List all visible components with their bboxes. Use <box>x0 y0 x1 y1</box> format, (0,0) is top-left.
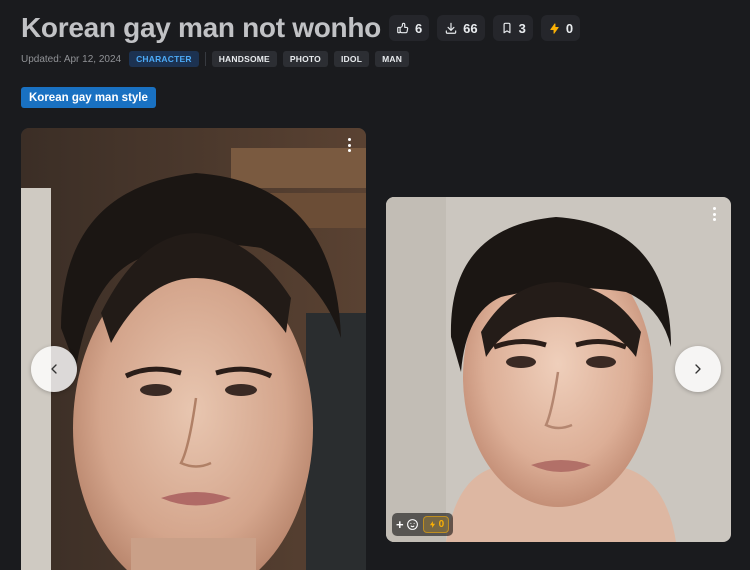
downloads-badge[interactable]: 66 <box>437 15 485 41</box>
dots-vertical-icon[interactable] <box>705 205 723 223</box>
page-title: Korean gay man not wonho <box>21 12 381 43</box>
buzz-tip-button[interactable]: 0 <box>422 516 450 533</box>
bookmarks-count: 3 <box>518 20 526 36</box>
buzz-count: 0 <box>565 20 574 36</box>
bookmarks-badge[interactable]: 3 <box>492 15 533 41</box>
bookmark-icon <box>503 22 511 34</box>
trained-word-button[interactable]: Korean gay man style <box>21 87 156 108</box>
download-icon <box>445 22 457 34</box>
buzz-badge[interactable]: 0 <box>540 15 581 41</box>
bolt-icon <box>550 22 559 34</box>
chevron-right-icon <box>695 364 701 374</box>
portrait-image <box>21 128 366 570</box>
tag-character[interactable]: CHARACTER <box>129 51 199 67</box>
meta-row: Updated: Apr 12, 2024 CHARACTER HANDSOME… <box>21 51 410 67</box>
likes-count: 6 <box>414 20 423 36</box>
downloads-count: 66 <box>463 20 478 36</box>
chevron-left-icon <box>51 364 57 374</box>
add-reaction-label: + <box>396 517 404 532</box>
tag-divider <box>204 52 206 66</box>
emoji-add-icon <box>406 519 418 530</box>
model-header: Korean gay man not wonho 6 66 3 0 <box>21 12 581 44</box>
likes-badge[interactable]: 6 <box>388 15 430 41</box>
bolt-icon <box>429 521 435 528</box>
tag-handsome[interactable]: HANDSOME <box>211 51 277 67</box>
tag-man[interactable]: MAN <box>375 51 410 67</box>
buzz-tip-count: 0 <box>438 519 445 530</box>
dots-vertical-icon[interactable] <box>340 136 358 154</box>
reactions-bar: + 0 <box>392 513 454 536</box>
carousel-next-button[interactable] <box>675 346 721 392</box>
carousel-prev-button[interactable] <box>31 346 77 392</box>
updated-date: Updated: Apr 12, 2024 <box>21 53 122 65</box>
add-reaction-button[interactable]: + <box>396 517 419 532</box>
thumb-up-icon <box>397 22 409 34</box>
tag-photo[interactable]: PHOTO <box>282 51 328 67</box>
tag-idol[interactable]: IDOL <box>333 51 370 67</box>
gallery-image-1[interactable] <box>21 128 366 570</box>
